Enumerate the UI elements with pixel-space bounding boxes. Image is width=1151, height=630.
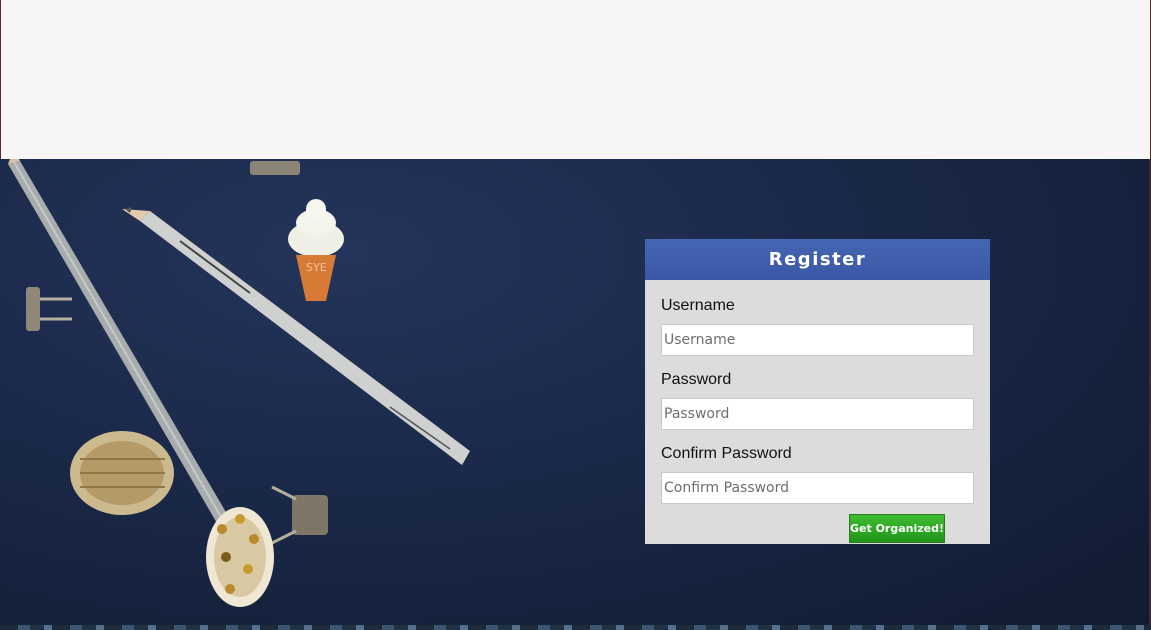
password-input[interactable] xyxy=(661,398,974,430)
get-organized-button[interactable]: Get Organized! xyxy=(849,514,945,543)
svg-text:SYE: SYE xyxy=(306,261,327,274)
washi-tape-icon xyxy=(206,507,274,607)
username-input[interactable] xyxy=(661,324,974,356)
register-header: Register xyxy=(645,239,990,280)
password-label: Password xyxy=(661,371,732,388)
register-title: Register xyxy=(768,249,867,270)
confirm-password-label: Confirm Password xyxy=(661,445,792,462)
binder-clip-icon xyxy=(26,161,328,545)
ice-cream-icon: SYE xyxy=(288,199,344,301)
username-label: Username xyxy=(661,297,735,314)
desk-illustration: SYE xyxy=(8,159,470,607)
bottom-strip xyxy=(0,625,1151,630)
washi-tape-icon xyxy=(70,431,174,515)
confirm-password-input[interactable] xyxy=(661,472,974,504)
register-form: Register Username Password Confirm Passw… xyxy=(645,239,990,544)
top-banner xyxy=(0,0,1151,159)
register-body: Username Password Confirm Password Get O… xyxy=(645,280,990,543)
submit-row: Get Organized! xyxy=(661,514,974,543)
